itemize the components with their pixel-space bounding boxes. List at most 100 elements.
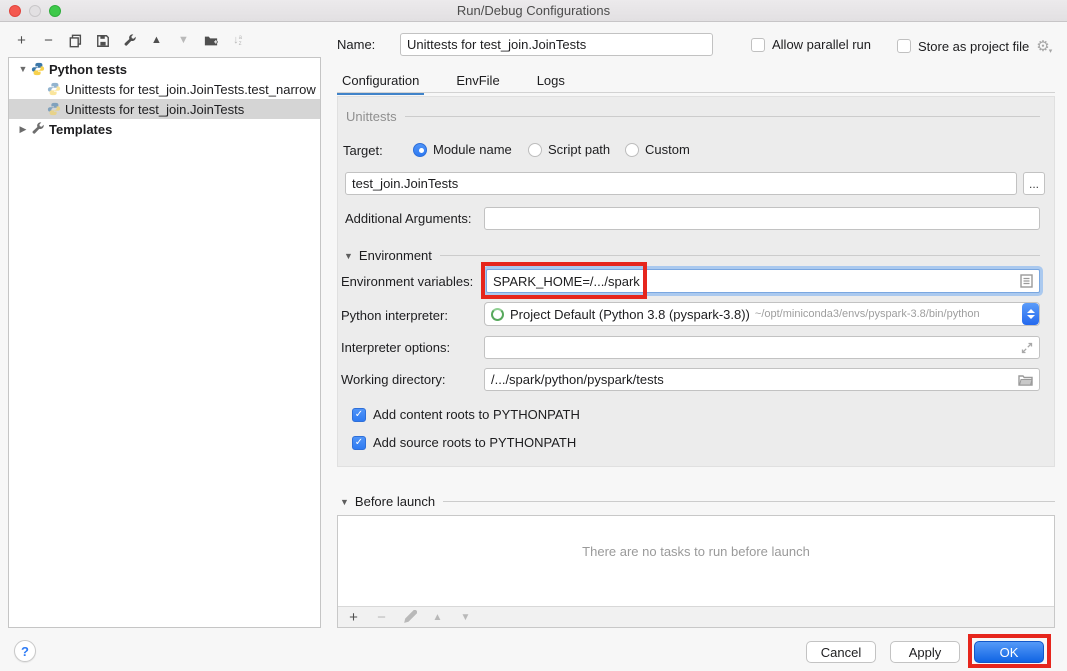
add-task-icon[interactable]: + <box>346 610 361 625</box>
allow-parallel-run-label: Allow parallel run <box>772 37 871 52</box>
radio-custom-label: Custom <box>645 142 690 157</box>
move-task-up-icon: ▲ <box>430 610 445 625</box>
tab-logs[interactable]: Logs <box>532 68 570 93</box>
move-task-down-icon: ▼ <box>458 610 473 625</box>
store-as-project-file-checkbox[interactable] <box>897 39 911 53</box>
minimize-button <box>29 5 41 17</box>
radio-module-name-label: Module name <box>433 142 512 157</box>
python-icon <box>47 102 61 116</box>
dropdown-stepper-icon[interactable] <box>1022 303 1039 325</box>
move-up-icon[interactable]: ▲ <box>149 33 164 48</box>
run-debug-configurations-dialog: Run/Debug Configurations + − ▲ ▼ ↓ az ▼ … <box>0 0 1067 671</box>
before-launch-task-list: There are no tasks to run before launch … <box>337 515 1055 628</box>
title-bar: Run/Debug Configurations <box>0 0 1067 22</box>
wrench-icon <box>31 122 45 136</box>
folder-icon[interactable] <box>1018 374 1033 386</box>
unittests-group-title: Unittests <box>346 109 397 124</box>
copy-configuration-icon[interactable] <box>68 33 83 48</box>
working-directory-input[interactable]: /.../spark/python/pyspark/tests <box>484 368 1040 391</box>
tree-item-templates[interactable]: ▶ Templates <box>9 119 320 139</box>
configurations-toolbar: + − ▲ ▼ ↓ az <box>14 33 245 48</box>
environment-section-title: Environment <box>359 248 432 263</box>
cancel-button[interactable]: Cancel <box>806 641 876 663</box>
target-label: Target: <box>343 143 383 158</box>
sort-alphabetically-icon: ↓ az <box>230 33 245 48</box>
name-input[interactable]: Unittests for test_join.JoinTests <box>400 33 713 56</box>
new-folder-icon[interactable] <box>203 33 218 48</box>
add-source-roots-checkbox[interactable]: ✓ <box>352 436 366 450</box>
radio-custom[interactable]: Custom <box>625 142 690 157</box>
interpreter-options-label: Interpreter options: <box>341 340 450 355</box>
radio-script-path-label: Script path <box>548 142 610 157</box>
radio-script-path[interactable]: Script path <box>528 142 610 157</box>
radio-button[interactable] <box>625 143 639 157</box>
python-interpreter-select[interactable]: Project Default (Python 3.8 (pyspark-3.8… <box>484 302 1040 326</box>
additional-arguments-input[interactable] <box>484 207 1040 230</box>
additional-arguments-label: Additional Arguments: <box>345 211 471 226</box>
python-icon <box>47 82 61 96</box>
collapse-arrow-icon[interactable]: ▶ <box>17 124 29 135</box>
edit-task-pencil-icon <box>402 610 417 625</box>
unittests-group-header: Unittests <box>346 109 1040 124</box>
allow-parallel-run-checkbox[interactable] <box>751 38 765 52</box>
environment-section-header[interactable]: ▼ Environment <box>344 248 1040 263</box>
name-value: Unittests for test_join.JoinTests <box>407 37 586 52</box>
help-button[interactable]: ? <box>14 640 36 662</box>
tab-separator-line <box>337 92 1055 93</box>
conda-env-icon <box>491 308 504 321</box>
store-as-project-file-label: Store as project file <box>918 39 1029 54</box>
target-module-value: test_join.JoinTests <box>352 176 458 191</box>
environment-variables-label: Environment variables: <box>341 274 473 289</box>
expand-field-icon[interactable] <box>1021 342 1033 354</box>
tab-configuration[interactable]: Configuration <box>337 68 424 93</box>
python-interpreter-path: ~/opt/miniconda3/envs/pyspark-3.8/bin/py… <box>755 308 980 320</box>
tree-item-label: Unittests for test_join.JoinTests <box>65 102 244 117</box>
gear-icon[interactable]: ⚙▾ <box>1036 37 1052 55</box>
name-label: Name: <box>337 37 375 52</box>
add-source-roots-label: Add source roots to PYTHONPATH <box>373 435 576 450</box>
target-module-input[interactable]: test_join.JoinTests <box>345 172 1017 195</box>
tree-item-unittests-test-narrow[interactable]: Unittests for test_join.JoinTests.test_n… <box>9 79 320 99</box>
add-source-roots-row: ✓ Add source roots to PYTHONPATH <box>352 435 576 450</box>
tab-envfile[interactable]: EnvFile <box>451 68 504 93</box>
section-collapse-triangle-icon[interactable]: ▼ <box>344 251 353 261</box>
add-configuration-icon[interactable]: + <box>14 33 29 48</box>
store-as-project-file-checkbox-row: Store as project file ⚙▾ <box>897 37 1052 55</box>
move-down-icon: ▼ <box>176 33 191 48</box>
configurations-tree: ▼ Python tests Unittests for test_join.J… <box>8 57 321 628</box>
add-content-roots-label: Add content roots to PYTHONPATH <box>373 407 580 422</box>
before-launch-section-header[interactable]: ▼ Before launch <box>340 494 1055 509</box>
save-configuration-icon[interactable] <box>95 33 110 48</box>
python-interpreter-value: Project Default (Python 3.8 (pyspark-3.8… <box>510 307 750 322</box>
tab-bar: Configuration EnvFile Logs <box>337 68 597 93</box>
radio-module-name[interactable]: Module name <box>413 142 512 157</box>
tree-item-label: Templates <box>49 122 112 137</box>
interpreter-options-input[interactable] <box>484 336 1040 359</box>
apply-button[interactable]: Apply <box>890 641 960 663</box>
window-title: Run/Debug Configurations <box>457 3 610 18</box>
section-collapse-triangle-icon[interactable]: ▼ <box>340 497 349 507</box>
allow-parallel-run-checkbox-row: Allow parallel run <box>751 37 871 52</box>
edit-variables-list-icon[interactable] <box>1020 274 1033 288</box>
remove-task-icon: − <box>374 610 389 625</box>
remove-configuration-icon[interactable]: − <box>41 33 56 48</box>
ok-button[interactable]: OK <box>974 641 1044 663</box>
tree-item-unittests-jointests-selected[interactable]: Unittests for test_join.JoinTests <box>9 99 320 119</box>
close-button[interactable] <box>9 5 21 17</box>
python-icon <box>31 62 45 76</box>
browse-button[interactable]: ... <box>1023 172 1045 195</box>
expand-arrow-icon[interactable]: ▼ <box>17 64 29 74</box>
tree-item-python-tests[interactable]: ▼ Python tests <box>9 59 320 79</box>
before-launch-toolbar: + − ▲ ▼ <box>338 606 1054 627</box>
before-launch-title: Before launch <box>355 494 435 509</box>
add-content-roots-checkbox[interactable]: ✓ <box>352 408 366 422</box>
working-directory-label: Working directory: <box>341 372 446 387</box>
environment-variables-value: SPARK_HOME=/.../spark <box>493 274 640 289</box>
environment-variables-input[interactable]: SPARK_HOME=/.../spark <box>486 269 1040 293</box>
zoom-button[interactable] <box>49 5 61 17</box>
tree-item-label: Python tests <box>49 62 127 77</box>
add-content-roots-row: ✓ Add content roots to PYTHONPATH <box>352 407 580 422</box>
edit-templates-wrench-icon[interactable] <box>122 33 137 48</box>
radio-button-selected[interactable] <box>413 143 427 157</box>
radio-button[interactable] <box>528 143 542 157</box>
